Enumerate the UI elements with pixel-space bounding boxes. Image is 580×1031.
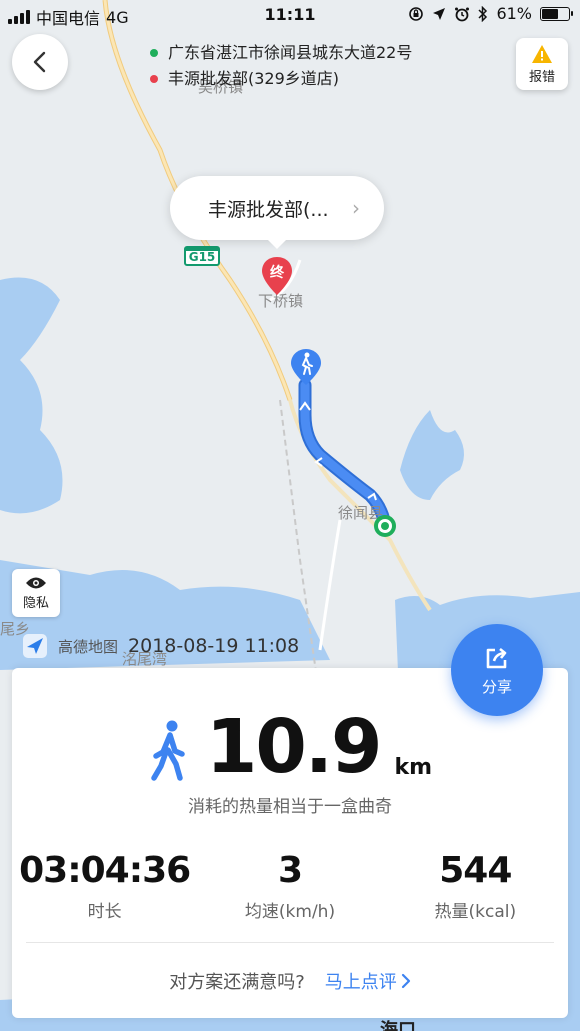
route-start: 广东省湛江市徐闻县城东大道22号 xyxy=(150,40,412,66)
rotation-lock-icon xyxy=(409,6,424,21)
destination-callout[interactable]: 丰源批发部(... › xyxy=(170,176,384,249)
end-dot-icon xyxy=(150,75,158,83)
distance-value: 10.9 xyxy=(205,704,383,790)
route-end: 丰源批发部(329乡道店) xyxy=(150,66,412,92)
walking-marker-icon xyxy=(291,349,321,385)
map-watermark: 高德地图 2018-08-19 11:08 xyxy=(22,633,299,659)
stat-average-speed: 3 均速(km/h) xyxy=(197,850,382,922)
end-marker-label: 终 xyxy=(270,265,284,281)
location-arrow-icon xyxy=(433,7,446,20)
status-bar: 中国电信 4G 11:11 61% xyxy=(0,0,580,30)
rate-now-label: 马上点评 xyxy=(324,972,397,993)
watermark-brand: 高德地图 xyxy=(58,637,119,656)
map-label-haikou: 海口 xyxy=(380,1020,416,1031)
share-label: 分享 xyxy=(481,677,512,696)
feedback-row: 对方案还满意吗? 马上点评 xyxy=(12,968,568,994)
warning-icon xyxy=(532,44,552,63)
stat-calories: 544 热量(kcal) xyxy=(383,850,568,922)
distance-unit: km xyxy=(394,755,433,780)
stat-label: 时长 xyxy=(87,902,122,922)
privacy-label: 隐私 xyxy=(22,595,49,611)
rate-now-link[interactable]: 马上点评 xyxy=(325,968,411,994)
divider xyxy=(26,942,554,943)
report-error-label: 报错 xyxy=(528,69,555,85)
stat-value: 544 xyxy=(439,850,512,891)
stats-row: 03:04:36 时长 3 均速(km/h) 544 热量(kcal) xyxy=(12,850,568,922)
privacy-button[interactable]: 隐私 xyxy=(12,569,60,617)
route-end-name: 丰源批发部(329乡道店) xyxy=(168,69,340,88)
stat-duration: 03:04:36 时长 xyxy=(12,850,197,922)
distance-display: 10.9 km xyxy=(12,710,568,784)
callout-text: 丰源批发部(... xyxy=(208,198,329,221)
share-button[interactable]: 分享 xyxy=(451,624,543,716)
stat-value: 03:04:36 xyxy=(19,850,191,891)
bluetooth-icon xyxy=(478,5,488,22)
stat-label: 均速(km/h) xyxy=(244,902,336,922)
amap-logo-icon xyxy=(23,634,47,658)
start-dot-icon xyxy=(150,49,158,57)
highway-badge: G15 xyxy=(184,246,220,266)
walking-icon xyxy=(151,720,185,781)
chevron-left-icon xyxy=(33,51,46,73)
start-marker xyxy=(374,515,396,537)
stat-value: 3 xyxy=(277,850,303,891)
end-marker[interactable]: 终 xyxy=(260,256,294,296)
battery-percent: 61% xyxy=(496,4,532,23)
eye-icon xyxy=(26,577,46,588)
share-icon xyxy=(486,647,507,668)
alarm-icon xyxy=(455,7,470,21)
battery-icon xyxy=(540,6,573,21)
route-endpoints: 广东省湛江市徐闻县城东大道22号 丰源批发部(329乡道店) xyxy=(150,40,412,92)
stat-label: 热量(kcal) xyxy=(434,902,517,922)
walking-marker xyxy=(290,348,322,386)
route-start-address: 广东省湛江市徐闻县城东大道22号 xyxy=(168,43,413,62)
back-button[interactable] xyxy=(12,34,68,90)
chevron-right-icon: › xyxy=(352,196,360,220)
calorie-comparison: 消耗的热量相当于一盒曲奇 xyxy=(188,797,392,817)
chevron-right-icon xyxy=(401,973,410,989)
report-error-button[interactable]: 报错 xyxy=(516,38,568,90)
trip-summary-card: 10.9 km 消耗的热量相当于一盒曲奇 03:04:36 时长 3 均速(km… xyxy=(12,668,568,1018)
watermark-datetime: 2018-08-19 11:08 xyxy=(128,635,300,657)
feedback-question: 对方案还满意吗? xyxy=(169,972,305,993)
